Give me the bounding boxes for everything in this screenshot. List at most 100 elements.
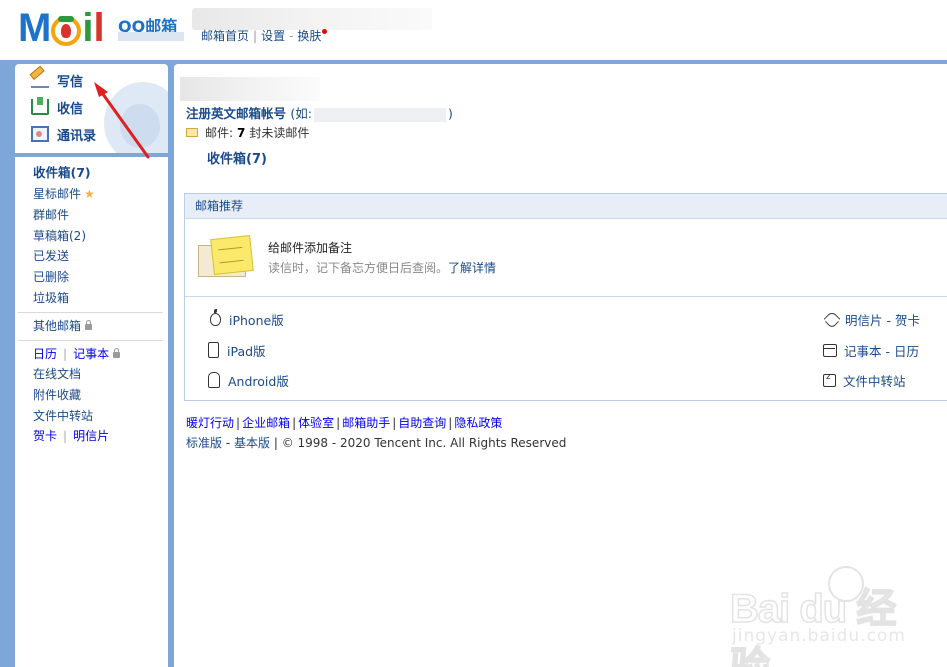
qq-mail-logo[interactable]: M il (18, 8, 105, 48)
sidebar: 写信 收信 通讯录 收件箱(7) 星标邮件 ★ 群邮件 草稿箱(2) 已发送 已删… (15, 64, 168, 667)
footer-separator: | (236, 416, 241, 430)
logo-letter-m: M (18, 6, 51, 50)
footer-link-privacy[interactable]: 隐私政策 (454, 416, 502, 430)
folder-divider (18, 312, 163, 313)
footer-copyright: 标准版 - 基本版 | © 1998 - 2020 Tencent Inc. A… (186, 434, 566, 451)
quick-actions-panel: 写信 收信 通讯录 (15, 64, 168, 153)
top-nav: 邮箱首页 | 设置 - 换肤 (201, 27, 328, 44)
android-label: Android版 (228, 373, 289, 389)
apple-icon (210, 308, 221, 326)
unread-summary: 邮件: 7 封未读邮件 (186, 124, 309, 141)
sticky-note-icon (198, 235, 254, 279)
ipad-label: iPad版 (227, 343, 266, 359)
standard-version-link[interactable]: 标准版 (186, 436, 222, 450)
folder-calendar[interactable]: 日历 (33, 347, 57, 361)
register-example-close: ) (447, 106, 453, 121)
inbox-download-icon (31, 97, 49, 115)
postcard-greeting-link[interactable]: 明信片 - 贺卡 (823, 310, 920, 328)
new-dot-badge (322, 29, 328, 34)
footer-separator: | (292, 416, 297, 430)
register-english-account[interactable]: 注册英文邮箱帐号 (如:) (186, 103, 453, 122)
other-mailboxes-label: 其他邮箱 (33, 319, 82, 333)
folder-starred[interactable]: 星标邮件 ★ (33, 186, 95, 202)
recommend-panel: 邮箱推荐 给邮件添加备注 读信时，记下备忘方便日后查阅。了解详情 iPhone版… (184, 193, 947, 401)
nav-separator: - (289, 29, 294, 43)
postcard-label: 明信片 - 贺卡 (845, 312, 920, 328)
folder-inbox[interactable]: 收件箱(7) (33, 165, 91, 181)
nav-settings[interactable]: 设置 (261, 29, 285, 43)
top-header: M il QQ邮箱 邮箱首页 | 设置 - 换肤 (0, 0, 947, 60)
separator: | (63, 347, 68, 361)
learn-more-link[interactable]: 了解详情 (448, 261, 496, 275)
mail-label: 邮件: (205, 126, 234, 140)
inbox-link[interactable]: 收件箱(7) (207, 148, 267, 167)
nav-change-skin[interactable]: 换肤 (297, 29, 321, 43)
folder-attachments[interactable]: 附件收藏 (33, 387, 81, 403)
footer-separator: | (392, 416, 397, 430)
folder-spam[interactable]: 垃圾箱 (33, 290, 69, 306)
register-label: 注册英文邮箱帐号 (186, 106, 287, 121)
calendar-icon (823, 343, 837, 357)
greeting-blurred (180, 77, 320, 101)
recommend-description: 读信时，记下备忘方便日后查阅。了解详情 (268, 259, 496, 276)
folder-postcards[interactable]: 明信片 (73, 429, 109, 443)
watermark-main-text: Bai du 经验 (729, 586, 897, 667)
note-paper-shape (210, 235, 254, 275)
footer-link-enterprise[interactable]: 企业邮箱 (242, 416, 290, 430)
contacts-label: 通讯录 (57, 128, 97, 144)
copyright-text: | © 1998 - 2020 Tencent Inc. All Rights … (273, 436, 567, 450)
nav-separator: | (253, 29, 258, 43)
baidu-watermark: Bai du 经验 jingyan.baidu.com (729, 566, 930, 667)
receive-label: 收信 (57, 101, 84, 117)
recommend-title: 给邮件添加备注 (268, 241, 353, 255)
folder-other-mailboxes[interactable]: 其他邮箱 (33, 318, 93, 334)
folder-divider (18, 340, 163, 341)
footer-link-assistant[interactable]: 邮箱助手 (342, 416, 390, 430)
version-separator: - (225, 436, 231, 450)
receive-mail-button[interactable]: 收信 (31, 97, 83, 117)
calendar-notebook-row: 日历 | 记事本 (33, 346, 121, 362)
folder-list: 收件箱(7) 星标邮件 ★ 群邮件 草稿箱(2) 已发送 已删除 垃圾箱 其他邮箱… (15, 157, 168, 667)
notebook-label: 记事本 - 日历 (844, 343, 919, 359)
pencil-icon (31, 72, 49, 88)
folder-file-transfer[interactable]: 文件中转站 (33, 408, 93, 424)
footer-separator: | (336, 416, 341, 430)
compose-label: 写信 (57, 74, 84, 90)
folder-sent[interactable]: 已发送 (33, 248, 69, 264)
footer-separator: | (448, 416, 453, 430)
footer-link-warm-light[interactable]: 暖灯行动 (186, 416, 234, 430)
folder-notebook[interactable]: 记事本 (73, 347, 109, 361)
android-version-link[interactable]: Android版 (208, 371, 289, 389)
ipad-version-link[interactable]: iPad版 (208, 341, 266, 359)
folder-drafts[interactable]: 草稿箱(2) (33, 228, 86, 244)
footer-link-self-service[interactable]: 自助查询 (398, 416, 446, 430)
compose-button[interactable]: 写信 (31, 70, 83, 90)
separator: | (63, 429, 68, 443)
example-account-blurred (313, 107, 446, 122)
android-icon (208, 372, 220, 388)
star-icon: ★ (84, 187, 95, 201)
heart-icon (823, 310, 841, 328)
penguin-background-icon (104, 82, 168, 153)
iphone-version-link[interactable]: iPhone版 (208, 308, 284, 328)
file-transfer-label: 文件中转站 (843, 373, 906, 389)
folder-greeting-cards[interactable]: 贺卡 (33, 429, 57, 443)
folder-deleted[interactable]: 已删除 (33, 269, 69, 285)
cards-postcards-row: 贺卡 | 明信片 (33, 428, 109, 444)
register-example-open: (如: (290, 106, 312, 121)
recommend-header: 邮箱推荐 (185, 194, 947, 219)
file-transfer-link[interactable]: 文件中转站 (823, 371, 906, 389)
contacts-button[interactable]: 通讯录 (31, 124, 96, 144)
lock-icon (85, 320, 93, 330)
logo-subtitle-blurred (118, 32, 184, 41)
nav-mail-home[interactable]: 邮箱首页 (201, 29, 249, 43)
recommend-divider (185, 296, 947, 297)
basic-version-link[interactable]: 基本版 (234, 436, 270, 450)
folder-group[interactable]: 群邮件 (33, 207, 69, 223)
contacts-icon (31, 126, 49, 142)
notebook-calendar-link[interactable]: 记事本 - 日历 (823, 341, 919, 359)
folder-online-docs[interactable]: 在线文档 (33, 366, 81, 382)
footer-link-lab[interactable]: 体验室 (298, 416, 334, 430)
recommend-desc-text: 读信时，记下备忘方便日后查阅。 (268, 261, 449, 275)
footer-links: 暖灯行动 | 企业邮箱 | 体验室 | 邮箱助手 | 自助查询 | 隐私政策 (186, 414, 502, 431)
